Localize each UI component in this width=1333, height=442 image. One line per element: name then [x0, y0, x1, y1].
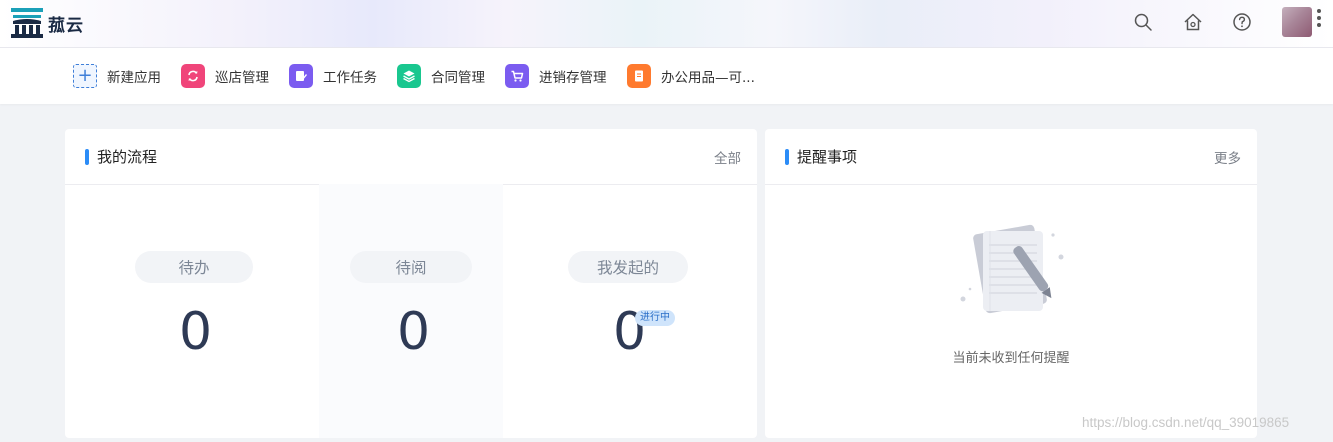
card-title: 我的流程 — [97, 148, 158, 166]
user-avatar[interactable] — [1282, 7, 1312, 37]
app-work-tasks[interactable]: 工作任务 — [289, 64, 377, 88]
reminders-card: 提醒事项 更多 当前未收到任何提醒 — [765, 129, 1257, 438]
document-icon — [627, 64, 651, 88]
view-all-link[interactable]: 全部 — [714, 147, 741, 167]
plus-icon: + — [73, 64, 97, 88]
app-label: 合同管理 — [431, 70, 485, 86]
app-label: 工作任务 — [323, 70, 377, 86]
logo-icon[interactable] — [11, 8, 43, 38]
stat-value[interactable]: 0 — [397, 302, 430, 362]
app-label: 新建应用 — [107, 70, 161, 86]
my-process-card: 我的流程 全部 待办 0 待阅 0 我发起的 0 进行中 — [65, 129, 757, 438]
stat-initiated[interactable]: 我发起的 0 进行中 — [519, 184, 737, 438]
more-vertical-icon[interactable] — [1314, 9, 1324, 33]
stat-todo[interactable]: 待办 0 — [85, 184, 303, 438]
cart-icon — [505, 64, 529, 88]
in-progress-badge: 进行中 — [635, 310, 675, 326]
top-navbar: 菰云 — [0, 0, 1333, 48]
app-office-supplies[interactable]: 办公用品—可... — [627, 64, 755, 88]
card-title: 提醒事项 — [797, 148, 858, 166]
empty-notes-illustration — [960, 224, 1064, 314]
watermark-text: https://blog.csdn.net/qq_39019865 — [1082, 415, 1290, 430]
app-contract-management[interactable]: 合同管理 — [397, 64, 485, 88]
stat-label[interactable]: 我发起的 — [568, 251, 688, 283]
home-icon[interactable] — [1183, 12, 1203, 32]
stat-label[interactable]: 待办 — [135, 251, 253, 283]
app-label: 进销存管理 — [539, 70, 607, 86]
refresh-icon — [181, 64, 205, 88]
stat-label[interactable]: 待阅 — [350, 251, 472, 283]
layers-icon — [397, 64, 421, 88]
help-icon[interactable] — [1232, 12, 1252, 32]
app-new-app[interactable]: + 新建应用 — [73, 64, 161, 88]
quick-apps-bar: + 新建应用 巡店管理 工作任务 合同管理 进销存管理 办公用品—可... — [0, 48, 1333, 104]
app-label: 办公用品—可... — [661, 70, 755, 86]
edit-icon — [289, 64, 313, 88]
card-header: 我的流程 全部 — [65, 129, 757, 185]
stat-to-read[interactable]: 待阅 0 — [319, 184, 503, 438]
title-accent-bar — [785, 149, 789, 165]
logo-text: 菰云 — [48, 16, 84, 36]
card-header: 提醒事项 更多 — [765, 129, 1257, 185]
app-label: 巡店管理 — [215, 70, 269, 86]
app-inventory-management[interactable]: 进销存管理 — [505, 64, 607, 88]
more-link[interactable]: 更多 — [1214, 147, 1241, 167]
empty-state-text: 当前未收到任何提醒 — [952, 351, 1070, 366]
app-store-inspection[interactable]: 巡店管理 — [181, 64, 269, 88]
stat-value[interactable]: 0 — [179, 302, 212, 362]
title-accent-bar — [85, 149, 89, 165]
search-icon[interactable] — [1133, 12, 1153, 32]
